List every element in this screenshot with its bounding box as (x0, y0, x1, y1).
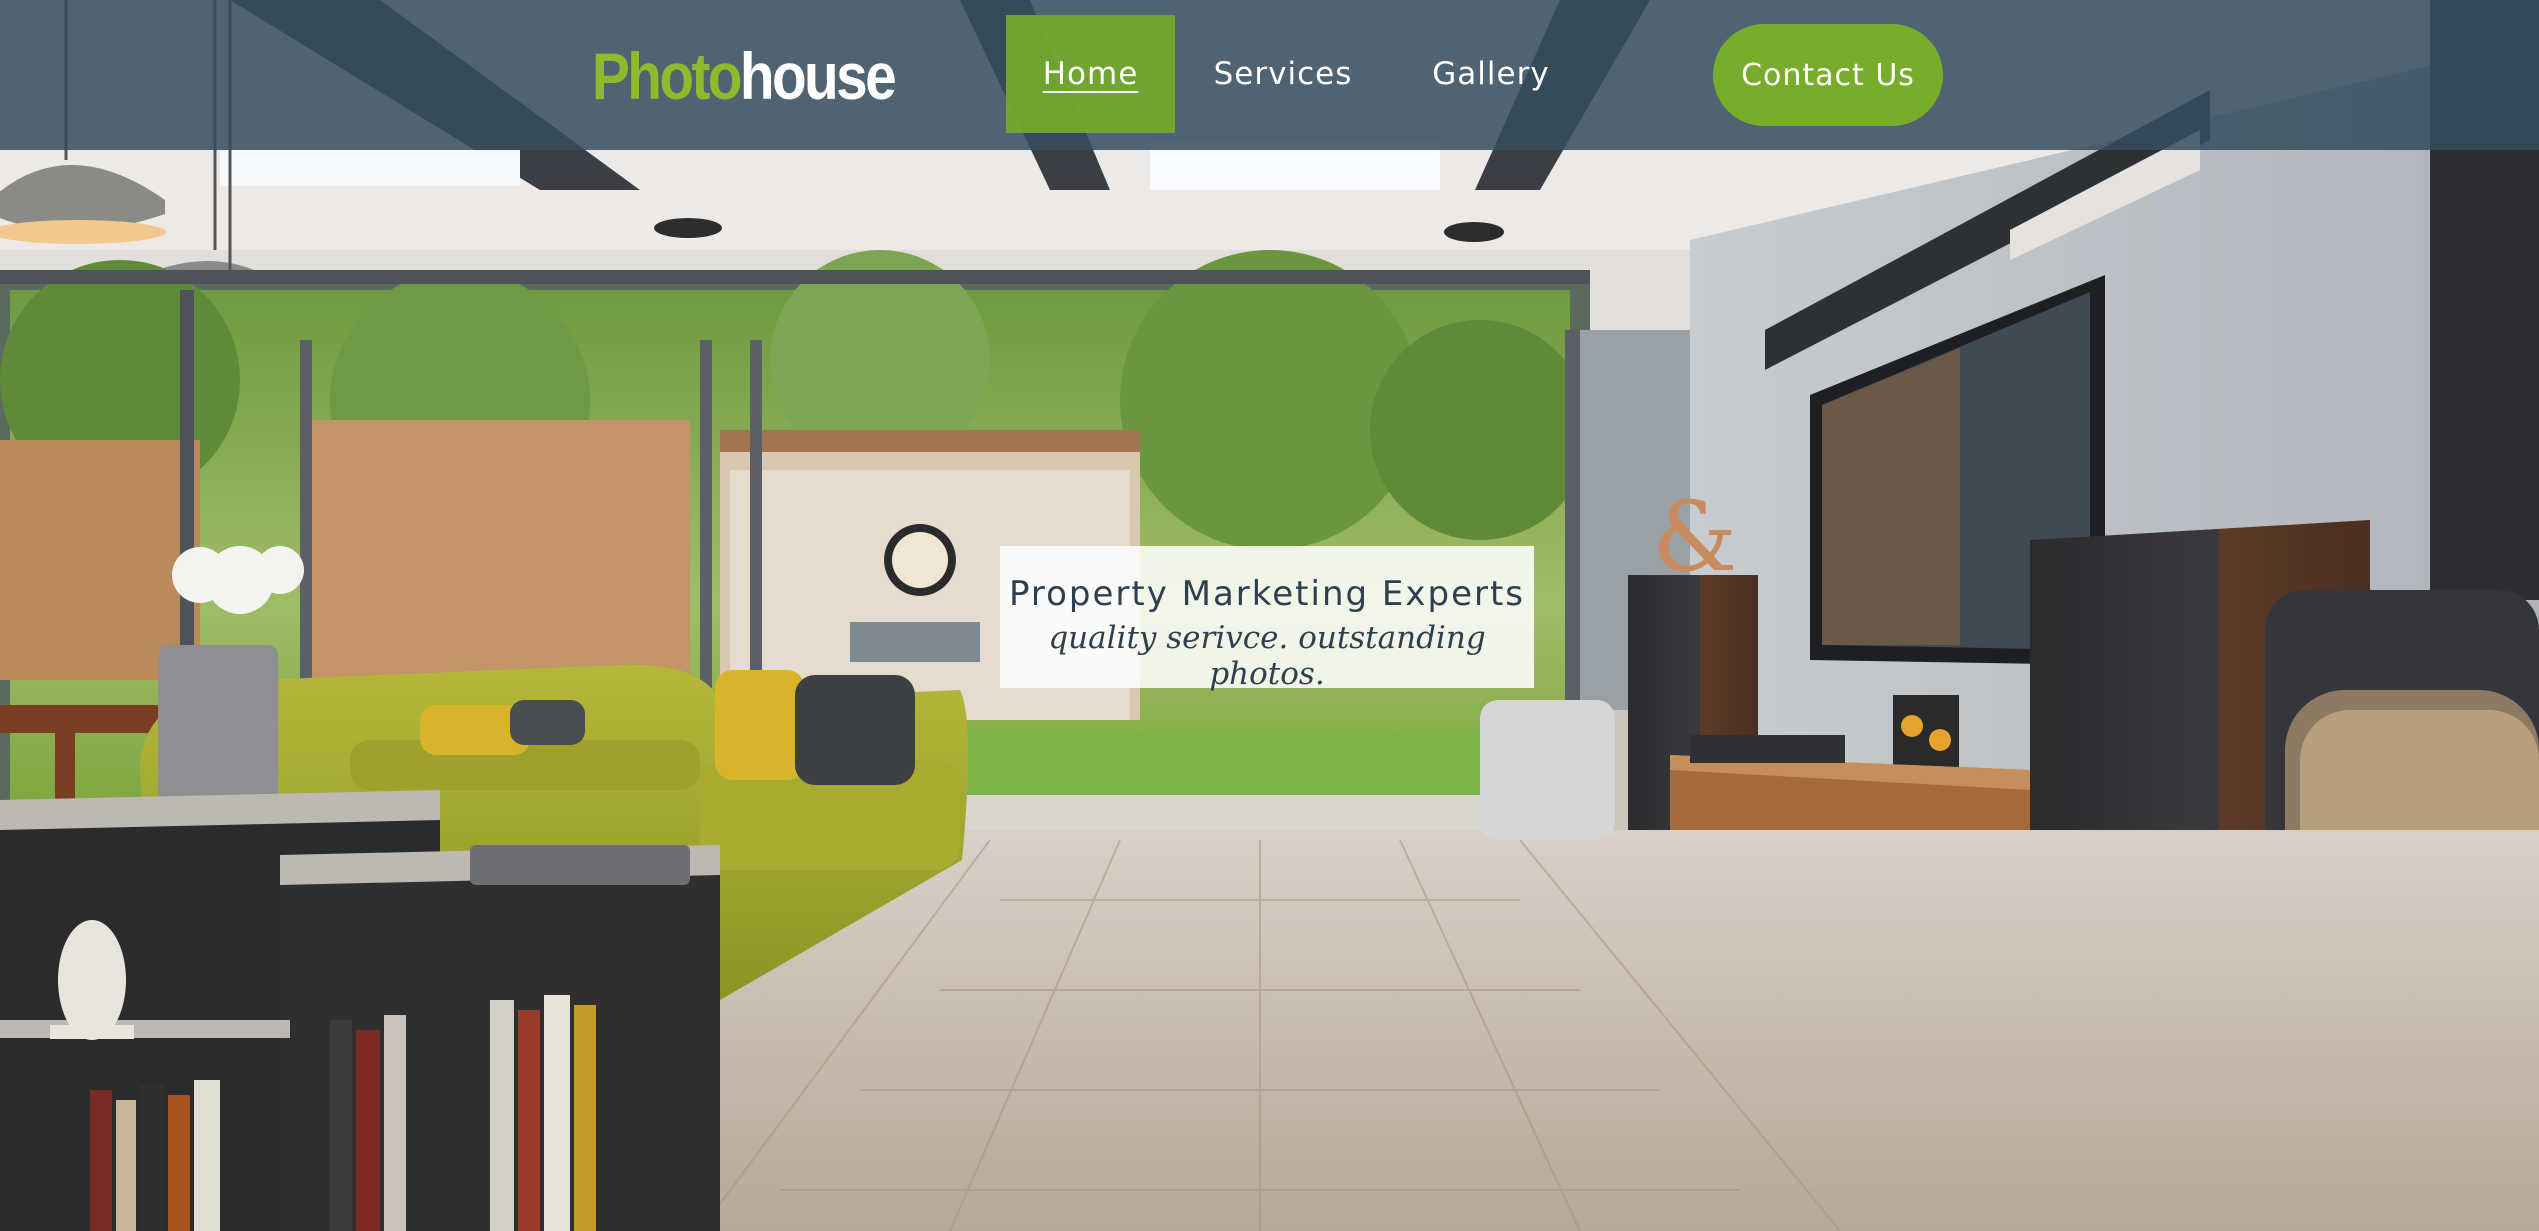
nav-item-home[interactable]: Home (1006, 15, 1175, 133)
contact-us-button[interactable]: Contact Us (1713, 24, 1943, 126)
site-logo[interactable]: Photohouse (592, 36, 897, 116)
nav-item-label: Services (1213, 56, 1353, 92)
hero-tagline-card: Property Marketing Experts quality seriv… (1000, 546, 1534, 692)
logo-part-photo: Photo (592, 39, 742, 113)
logo-part-house: house (739, 39, 897, 113)
nav-item-label: Gallery (1432, 56, 1550, 92)
nav-item-gallery[interactable]: Gallery (1412, 15, 1570, 133)
hero-subline: quality serivce. outstanding photos. (1048, 620, 1486, 692)
contact-us-label: Contact Us (1741, 57, 1915, 93)
nav-item-services[interactable]: Services (1190, 15, 1376, 133)
hero-headline: Property Marketing Experts (1008, 574, 1526, 614)
nav-item-label: Home (1042, 56, 1139, 92)
